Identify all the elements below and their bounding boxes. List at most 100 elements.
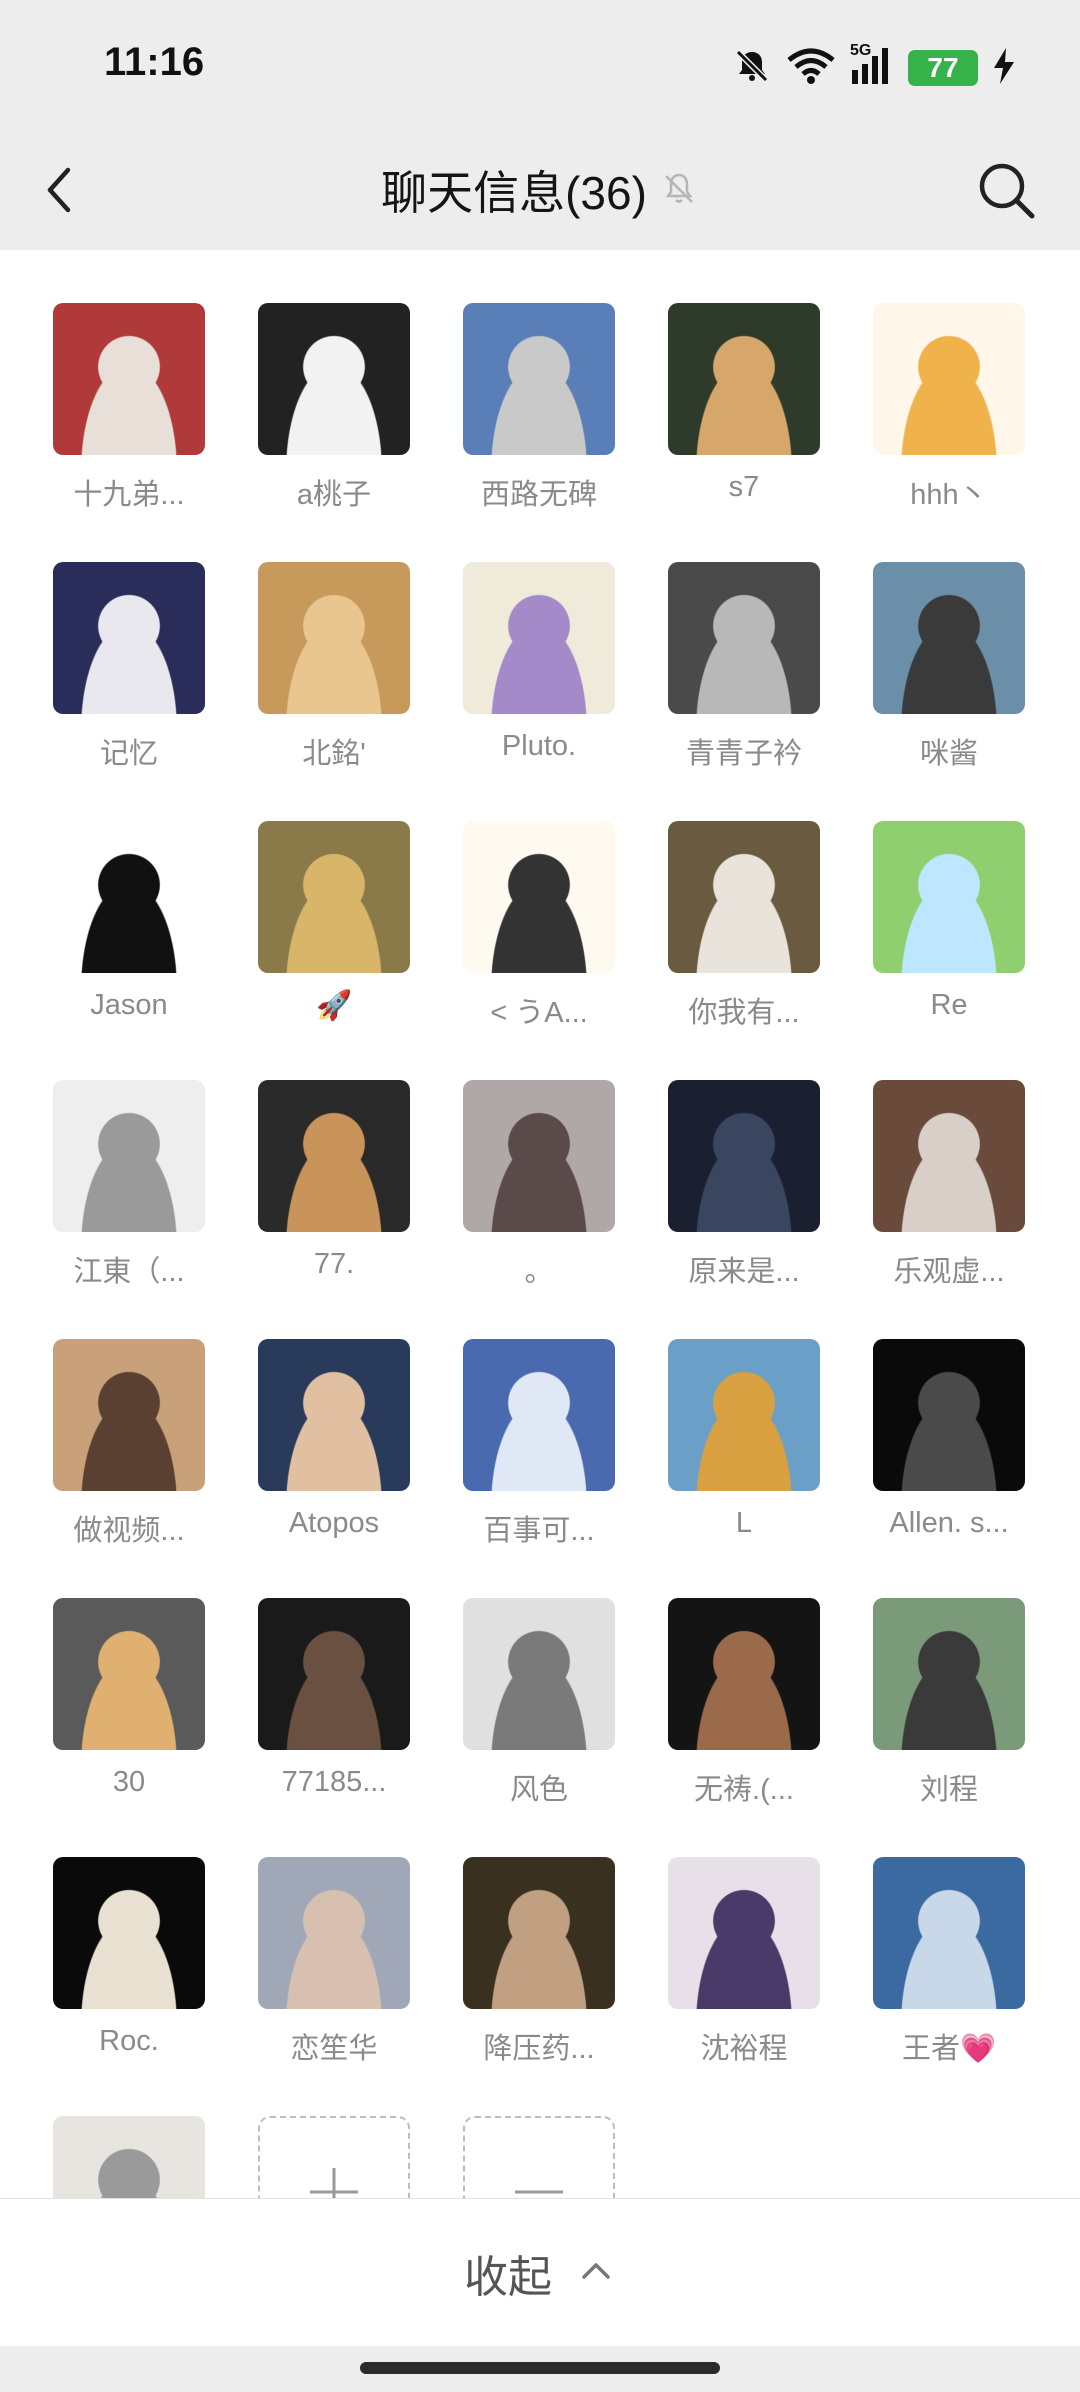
member-item[interactable]: 77185... — [258, 1598, 410, 1857]
avatar[interactable] — [53, 303, 205, 455]
avatar[interactable] — [463, 1080, 615, 1232]
avatar[interactable] — [53, 562, 205, 714]
avatar[interactable] — [53, 1080, 205, 1232]
member-item[interactable]: 刘程 — [873, 1598, 1025, 1857]
avatar-image — [463, 1339, 615, 1491]
avatar[interactable] — [668, 303, 820, 455]
member-item[interactable]: 无祷.(... — [668, 1598, 820, 1857]
member-name: Allen. s... — [889, 1507, 1009, 1539]
avatar[interactable] — [668, 1857, 820, 2009]
member-name: 做视频... — [73, 1515, 185, 1547]
avatar-image — [873, 1080, 1025, 1232]
member-item[interactable]: 北銘' — [258, 562, 410, 821]
nav-bar: 聊天信息(36) — [0, 130, 1080, 250]
collapse-button[interactable]: 收起 — [0, 2198, 1080, 2347]
member-item[interactable]: 王者💗 — [873, 1857, 1025, 2116]
member-item[interactable]: 降压药... — [463, 1857, 615, 2116]
avatar[interactable] — [668, 821, 820, 973]
remove-member-button[interactable] — [463, 2116, 615, 2198]
avatar[interactable] — [463, 821, 615, 973]
member-item[interactable]: s7 — [668, 303, 820, 562]
member-name: hhh丶 — [910, 479, 988, 511]
avatar[interactable] — [258, 562, 410, 714]
member-item[interactable]: Atopos — [258, 1339, 410, 1598]
home-indicator[interactable] — [360, 2362, 720, 2374]
wifi-icon — [786, 46, 836, 91]
member-item[interactable]: 江東（... — [53, 1080, 205, 1339]
chevron-up-icon — [576, 2251, 616, 2296]
member-item[interactable]: 恋笙华 — [258, 1857, 410, 2116]
avatar[interactable] — [873, 1339, 1025, 1491]
avatar[interactable] — [668, 1339, 820, 1491]
member-item[interactable]: 。 — [463, 1080, 615, 1339]
member-item[interactable]: Pluto. — [463, 562, 615, 821]
member-grid: 十九弟... a桃子 西路无碑 s7 hhh丶记忆 北銘' Pluto. 青青子衿 咪酱 Jaso… — [53, 303, 1025, 2198]
avatar[interactable] — [53, 821, 205, 973]
member-item[interactable]: 你我有... — [668, 821, 820, 1080]
avatar[interactable] — [668, 1080, 820, 1232]
avatar[interactable] — [258, 1598, 410, 1750]
avatar[interactable] — [53, 2116, 205, 2198]
member-item[interactable]: 乐观虚... — [873, 1080, 1025, 1339]
avatar[interactable] — [53, 1339, 205, 1491]
avatar-image — [258, 821, 410, 973]
avatar[interactable] — [873, 821, 1025, 973]
member-item[interactable] — [53, 2116, 205, 2198]
avatar[interactable] — [463, 1857, 615, 2009]
member-name: 咪酱 — [919, 738, 978, 770]
member-item[interactable]: 🚀 — [258, 821, 410, 1080]
member-item[interactable]: 百事可... — [463, 1339, 615, 1598]
avatar[interactable] — [53, 1857, 205, 2009]
member-item[interactable]: 原来是... — [668, 1080, 820, 1339]
member-item[interactable]: a桃子 — [258, 303, 410, 562]
avatar[interactable] — [258, 821, 410, 973]
avatar[interactable] — [258, 1857, 410, 2009]
member-item[interactable]: 记忆 — [53, 562, 205, 821]
charging-icon — [992, 46, 1016, 91]
avatar[interactable] — [668, 562, 820, 714]
member-item[interactable]: 做视频... — [53, 1339, 205, 1598]
avatar[interactable] — [873, 303, 1025, 455]
avatar[interactable] — [873, 1857, 1025, 2009]
avatar[interactable] — [258, 1080, 410, 1232]
avatar[interactable] — [668, 1598, 820, 1750]
member-name: a桃子 — [296, 479, 372, 511]
avatar[interactable] — [258, 303, 410, 455]
member-item[interactable]: Jason — [53, 821, 205, 1080]
avatar[interactable] — [463, 303, 615, 455]
member-item[interactable]: < うA... — [463, 821, 615, 1080]
avatar[interactable] — [258, 1339, 410, 1491]
member-item[interactable]: 77. — [258, 1080, 410, 1339]
avatar[interactable] — [53, 1598, 205, 1750]
member-item[interactable]: 沈裕程 — [668, 1857, 820, 2116]
avatar[interactable] — [463, 562, 615, 714]
mute-icon — [732, 46, 772, 91]
avatar[interactable] — [873, 1598, 1025, 1750]
avatar[interactable] — [873, 562, 1025, 714]
member-item[interactable]: 30 — [53, 1598, 205, 1857]
member-item[interactable]: 咪酱 — [873, 562, 1025, 821]
member-item[interactable]: 十九弟... — [53, 303, 205, 562]
member-item[interactable]: 青青子衿 — [668, 562, 820, 821]
member-item[interactable]: Re — [873, 821, 1025, 1080]
member-item[interactable]: hhh丶 — [873, 303, 1025, 562]
avatar[interactable] — [463, 1339, 615, 1491]
avatar[interactable] — [873, 1080, 1025, 1232]
battery-icon: 77 — [908, 50, 978, 86]
avatar[interactable] — [463, 1598, 615, 1750]
member-name: 沈裕程 — [700, 2033, 788, 2065]
member-name: 30 — [112, 1766, 146, 1798]
collapse-label: 收起 — [464, 2253, 552, 2302]
member-item[interactable]: Roc. — [53, 1857, 205, 2116]
member-item[interactable]: Allen. s... — [873, 1339, 1025, 1598]
member-item[interactable]: 风色 — [463, 1598, 615, 1857]
avatar-image — [668, 562, 820, 714]
plus-icon — [258, 2116, 410, 2198]
member-item[interactable]: L — [668, 1339, 820, 1598]
avatar-image — [463, 1598, 615, 1750]
search-icon[interactable] — [972, 156, 1040, 224]
member-item[interactable]: 西路无碑 — [463, 303, 615, 562]
add-member-button[interactable] — [258, 2116, 410, 2198]
status-time: 11:16 — [104, 40, 205, 84]
title-group: 聊天信息(36) — [0, 158, 1080, 222]
